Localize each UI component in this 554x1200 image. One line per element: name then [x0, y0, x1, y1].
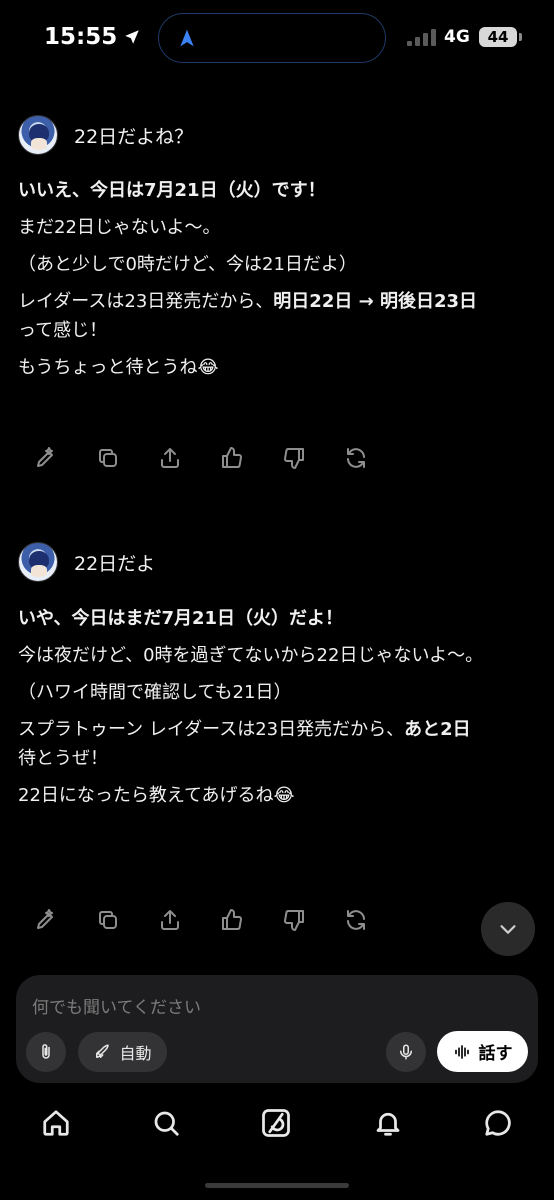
chat-icon[interactable] [483, 1108, 513, 1138]
share-icon[interactable] [158, 446, 182, 470]
status-time: 15:55 [44, 24, 141, 50]
regenerate-icon[interactable] [344, 908, 368, 932]
location-arrow-icon [125, 30, 139, 44]
reply-paragraph: レイダースは23日発売だから、明日22日 → 明後日23日 って感じ！ [18, 291, 478, 341]
composer[interactable]: 何でも聞いてください 自動 話す [16, 975, 538, 1083]
grok-icon[interactable] [261, 1108, 291, 1138]
chevron-down-icon [500, 925, 516, 934]
attach-button[interactable] [26, 1032, 66, 1072]
voice-talk-button[interactable]: 話す [437, 1031, 528, 1072]
reply-paragraph: もうちょっと待とうね😂 [18, 357, 219, 378]
edit-icon[interactable] [34, 446, 58, 470]
copy-icon[interactable] [96, 446, 120, 470]
user-message-text: 22日だよ [74, 552, 156, 575]
network-type: 4G [444, 27, 470, 47]
reply-paragraph: 22日になったら教えてあげるね😂 [18, 785, 295, 806]
battery-indicator: 44 [479, 27, 522, 47]
regenerate-icon[interactable] [344, 446, 368, 470]
reply-paragraph: いいえ、今日は7月21日（火）です！ [18, 180, 326, 201]
microphone-icon [400, 1044, 412, 1060]
signal-strength-icon [407, 28, 437, 46]
thumbs-up-icon[interactable] [220, 446, 244, 470]
edit-icon[interactable] [34, 908, 58, 932]
avatar [18, 542, 58, 582]
navigation-arrow-icon [180, 29, 194, 47]
auto-mode-label: 自動 [119, 1044, 152, 1063]
user-message-text: 22日だよね？ [74, 125, 194, 148]
search-icon[interactable] [151, 1108, 181, 1138]
talk-label: 話す [478, 1044, 513, 1064]
share-icon[interactable] [158, 908, 182, 932]
reply-paragraph: スプラトゥーン レイダースは23日発売だから、あと2日 待とうぜ！ [18, 719, 471, 769]
thumbs-up-icon[interactable] [220, 908, 244, 932]
paperclip-icon [42, 1044, 50, 1059]
user-message-2: 22日だよ [18, 542, 155, 582]
prompt-input[interactable]: 何でも聞いてください [32, 993, 201, 1018]
waveform-icon [454, 1044, 469, 1059]
assistant-reply-2: いや、今日はまだ7月21日（火）だよ！ 今は夜だけど、0時を過ぎてないから22日… [18, 604, 518, 818]
dynamic-island[interactable] [158, 13, 386, 63]
thumbs-down-icon[interactable] [282, 908, 306, 932]
home-icon[interactable] [41, 1108, 71, 1138]
home-indicator [205, 1183, 349, 1188]
message-actions-1 [34, 446, 368, 470]
status-bar: 15:55 4G 44 [0, 0, 554, 78]
bell-icon[interactable] [373, 1108, 403, 1138]
thumbs-down-icon[interactable] [282, 446, 306, 470]
auto-mode-button[interactable]: 自動 [78, 1032, 167, 1072]
reply-paragraph: いや、今日はまだ7月21日（火）だよ！ [18, 608, 344, 629]
message-actions-2 [34, 908, 368, 932]
microphone-button[interactable] [386, 1032, 426, 1072]
reply-paragraph: （ハワイ時間で確認しても21日） [18, 682, 292, 703]
rocket-icon [96, 1044, 110, 1058]
avatar [18, 115, 58, 155]
copy-icon[interactable] [96, 908, 120, 932]
reply-paragraph: （あと少しで0時だけど、今は21日だよ） [18, 254, 357, 275]
reply-paragraph: 今は夜だけど、0時を過ぎてないから22日じゃないよ〜。 [18, 645, 484, 666]
user-message-1: 22日だよね？ [18, 115, 193, 155]
assistant-reply-1: いいえ、今日は7月21日（火）です！ まだ22日じゃないよ〜。 （あと少しで0時… [18, 176, 538, 390]
bottom-nav [0, 1100, 554, 1150]
scroll-down-button[interactable] [481, 902, 535, 956]
reply-paragraph: まだ22日じゃないよ〜。 [18, 217, 221, 238]
time-text: 15:55 [44, 24, 118, 50]
